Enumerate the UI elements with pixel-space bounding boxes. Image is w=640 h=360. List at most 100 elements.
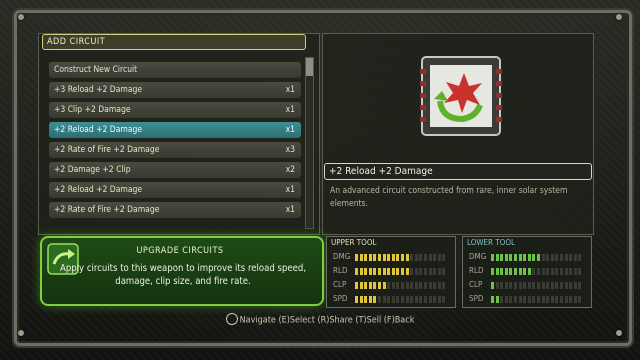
stat-bar-segment <box>378 282 381 289</box>
stat-bar-segment <box>532 282 536 289</box>
stat-bar-segment <box>500 268 504 275</box>
stat-bar-segment <box>504 282 508 289</box>
list-item[interactable]: +2 Rate of Fire +2 Damage x1 <box>49 202 301 218</box>
lower-tool-title: LOWER TOOL <box>467 238 516 247</box>
stat-bar-segment <box>373 296 377 303</box>
stat-bar-segment <box>437 254 441 261</box>
stat-bar-segment <box>523 296 527 303</box>
list-item-label: Construct New Circuit <box>54 65 138 75</box>
stat-bar-segment <box>373 254 377 261</box>
list-item[interactable]: +2 Rate of Fire +2 Damage x3 <box>49 142 301 158</box>
stat-bar-segment <box>578 282 582 289</box>
rivet <box>18 14 24 20</box>
stat-label: DMG <box>333 252 351 261</box>
stat-bar-segment <box>428 296 432 303</box>
stat-bar-segment <box>495 254 499 261</box>
list-item[interactable]: +2 Damage +2 Clip x2 <box>49 162 301 178</box>
lower-clp-bar <box>491 282 585 289</box>
stat-bar-segment <box>518 282 522 289</box>
stat-bar-segment <box>541 296 545 303</box>
circuit-list: Construct New Circuit +3 Reload +2 Damag… <box>49 62 301 222</box>
stat-bar-segment <box>382 254 386 261</box>
stat-bar-segment <box>564 296 568 303</box>
stat-bar-segment <box>391 268 395 275</box>
list-item-qty: x1 <box>285 205 295 215</box>
selected-circuit-name: +2 Reload +2 Damage <box>324 163 592 180</box>
stat-bar-segment <box>355 254 358 261</box>
stat-bar-segment <box>573 296 577 303</box>
stat-bar-segment <box>428 254 432 261</box>
stat-bar-segment <box>569 282 573 289</box>
stat-bar-segment <box>368 254 372 261</box>
stat-bar-segment <box>378 268 381 275</box>
stat-bar-segment <box>428 268 432 275</box>
stat-bar-segment <box>550 268 554 275</box>
stat-bar-segment <box>359 268 363 275</box>
upper-spd-bar <box>355 296 449 303</box>
stat-bar-segment <box>569 296 573 303</box>
stat-bar-segment <box>410 282 414 289</box>
stat-bar-segment <box>504 268 508 275</box>
stat-bar-segment <box>391 296 395 303</box>
stat-bar-segment <box>514 282 517 289</box>
stat-bar-segment <box>560 254 563 261</box>
list-item[interactable]: +3 Clip +2 Damage x1 <box>49 102 301 118</box>
stat-bar-segment <box>550 296 554 303</box>
list-scrollbar[interactable] <box>305 57 314 229</box>
stat-bar-segment <box>391 254 395 261</box>
stat-bar-segment <box>442 296 446 303</box>
stat-bar-segment <box>514 268 517 275</box>
stat-bar-segment <box>382 268 386 275</box>
stat-bar-segment <box>550 282 554 289</box>
stat-bar-segment <box>518 268 522 275</box>
list-item-qty: x1 <box>285 125 295 135</box>
panel-title: ADD CIRCUIT <box>42 34 306 50</box>
stat-bar-segment <box>523 268 527 275</box>
stat-bar-segment <box>541 268 545 275</box>
list-item-construct-new[interactable]: Construct New Circuit <box>49 62 301 78</box>
stat-bar-segment <box>573 268 577 275</box>
stat-bar-segment <box>527 254 531 261</box>
list-item[interactable]: +3 Reload +2 Damage x1 <box>49 82 301 98</box>
upper-rld-bar <box>355 268 449 275</box>
upper-tool-title: UPPER TOOL <box>331 238 377 247</box>
stat-bar-segment <box>523 282 527 289</box>
stat-bar-segment <box>578 268 582 275</box>
stat-bar-segment <box>546 268 550 275</box>
stat-bar-segment <box>500 254 504 261</box>
stat-bar-segment <box>495 296 499 303</box>
stat-bar-segment <box>414 282 418 289</box>
stat-bar-segment <box>424 282 427 289</box>
rivet <box>616 14 622 20</box>
scrollbar-thumb[interactable] <box>306 58 313 76</box>
rivet <box>18 330 24 336</box>
stat-bar-segment <box>396 268 400 275</box>
stat-bar-segment <box>555 296 559 303</box>
list-item-selected[interactable]: +2 Reload +2 Damage x1 <box>49 122 301 138</box>
lower-spd-bar <box>491 296 585 303</box>
list-item-qty: x2 <box>285 165 295 175</box>
stat-bar-segment <box>514 254 517 261</box>
stat-bar-segment <box>569 254 573 261</box>
stat-bar-segment <box>527 268 531 275</box>
upper-clp-bar <box>355 282 449 289</box>
stat-bar-segment <box>569 268 573 275</box>
list-item-label: +2 Reload +2 Damage <box>54 185 143 195</box>
stat-bar-segment <box>419 282 423 289</box>
stat-bar-segment <box>491 268 494 275</box>
stat-bar-segment <box>578 296 582 303</box>
stat-bar-segment <box>537 282 540 289</box>
stat-bar-segment <box>405 296 409 303</box>
stat-bar-segment <box>401 254 404 261</box>
controls-hint: Navigate (E)Select (R)Share (T)Sell (F)B… <box>239 315 415 326</box>
stat-bar-segment <box>401 282 404 289</box>
stat-bar-segment <box>495 268 499 275</box>
stat-bar-segment <box>359 296 363 303</box>
list-item-label: +2 Reload +2 Damage <box>54 125 143 135</box>
list-item[interactable]: +2 Reload +2 Damage x1 <box>49 182 301 198</box>
list-item-qty: x1 <box>285 85 295 95</box>
stat-bar-segment <box>504 296 508 303</box>
stat-bar-segment <box>509 268 513 275</box>
lower-tool-stats: LOWER TOOL DMG RLD CLP SPD <box>462 236 592 308</box>
stat-label: CLP <box>333 280 347 289</box>
